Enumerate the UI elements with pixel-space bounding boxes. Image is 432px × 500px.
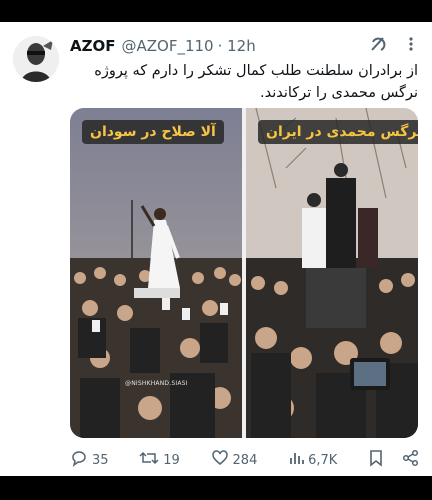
display-name[interactable]: AZOF — [70, 37, 115, 55]
views-icon — [288, 450, 304, 470]
tweet-header: AZOF @AZOF_110 · 12h — [70, 34, 420, 58]
bookmark-icon[interactable] — [368, 449, 384, 471]
timestamp[interactable]: · 12h — [218, 37, 256, 55]
photo-right[interactable]: نرگس محمدی در ایران — [246, 108, 418, 438]
user-handle[interactable]: @AZOF_110 — [121, 37, 213, 55]
more-icon[interactable] — [408, 36, 414, 56]
grok-icon[interactable] — [368, 34, 388, 58]
views-count: 6,7K — [308, 452, 338, 468]
retweet-count: 19 — [163, 452, 180, 468]
avatar[interactable] — [13, 36, 59, 82]
photo-left[interactable]: آلا صلاح در سودان @NISHKHAND.SIASI — [70, 108, 242, 438]
retweet-button[interactable]: 19 — [139, 449, 180, 471]
like-icon — [211, 449, 229, 471]
reply-button[interactable]: 35 — [70, 449, 109, 471]
views-button[interactable]: 6,7K — [288, 450, 337, 470]
reply-icon — [70, 449, 88, 471]
media-collage[interactable]: آلا صلاح در سودان @NISHKHAND.SIASI نرگس … — [70, 108, 418, 438]
watermark: @NISHKHAND.SIASI — [125, 380, 188, 387]
action-bar: 35 19 284 6,7K — [70, 449, 420, 471]
tweet-card[interactable]: AZOF @AZOF_110 · 12h از برادران سلطنت طل… — [0, 22, 432, 476]
caption-left: آلا صلاح در سودان — [82, 120, 224, 144]
tweet-text: از برادران سلطنت طلب کمال تشکر را دارم ک… — [94, 63, 418, 101]
like-count: 284 — [232, 452, 258, 468]
caption-right: نرگس محمدی در ایران — [258, 120, 418, 144]
retweet-icon — [139, 449, 159, 471]
reply-count: 35 — [92, 452, 109, 468]
like-button[interactable]: 284 — [211, 449, 258, 471]
share-icon[interactable] — [402, 449, 420, 471]
